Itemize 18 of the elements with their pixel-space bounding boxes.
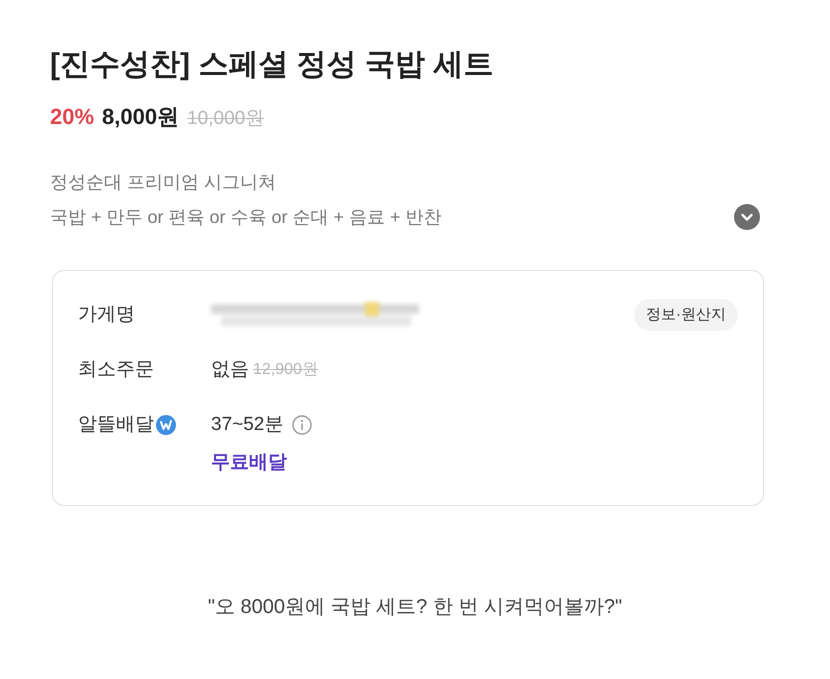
menu-composition: 국밥 + 만두 or 편육 or 수육 or 순대 + 음료 + 반찬 [50,206,442,229]
sale-price: 8,000원 [102,103,180,131]
caption: "오 8000원에 국밥 세트? 한 번 시켜먹어볼까?" [206,595,624,620]
chevron-down-icon[interactable] [734,204,760,230]
row-label: 최소주문 [78,358,155,382]
row-value: 없음 [211,358,249,382]
info-icon[interactable] [292,415,312,435]
badge-icon [156,415,176,435]
info-origin-button[interactable]: 정보·원산지 [634,299,738,331]
tagline: 정성순대 프리미엄 시그니쳐 [50,171,278,194]
discount-rate: 20% [50,103,94,131]
delivery-time: 37~52분 [211,413,284,437]
free-delivery-label: 무료배달 [211,451,288,475]
product-title: [진수성찬] 스페셜 정성 국밥 세트 [50,47,494,83]
row-label: 알뜰배달 [78,413,154,437]
row-label: 가게명 [78,303,136,327]
original-price: 10,000원 [187,107,264,131]
struck-price: 12,900원 [253,360,318,380]
